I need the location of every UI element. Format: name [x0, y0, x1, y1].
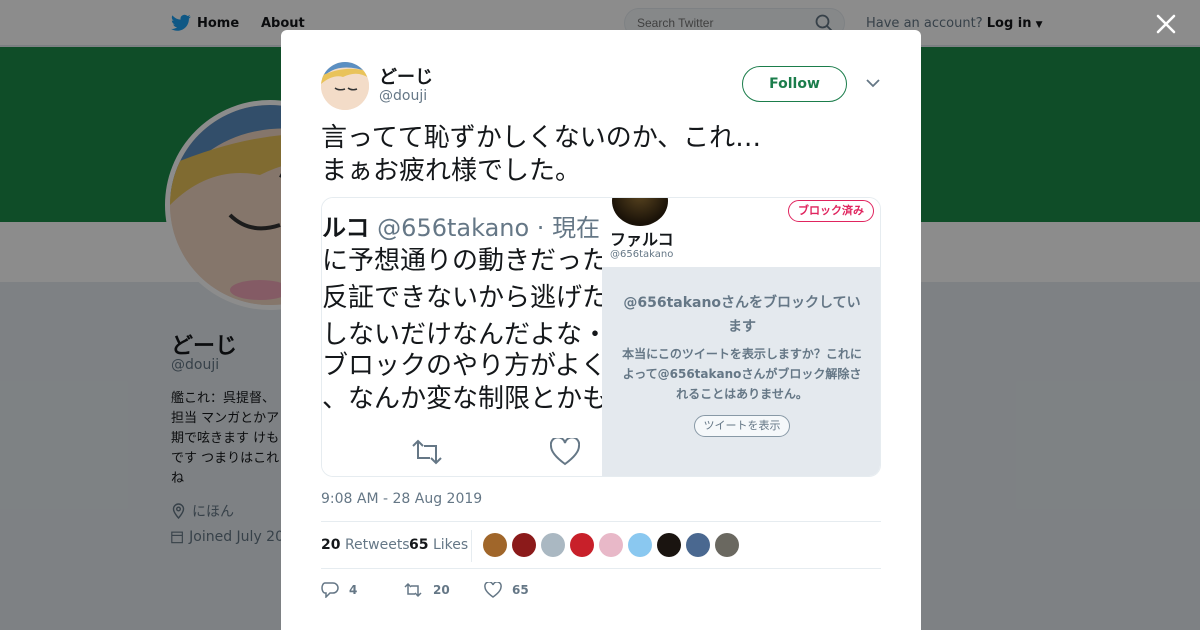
- retweet-count: 20: [433, 583, 450, 597]
- screenshot-header: ルコ @656takano · 現在: [322, 208, 600, 243]
- reply-icon: [321, 582, 339, 598]
- retweet-icon: [412, 439, 442, 465]
- retweets-count: 20: [321, 537, 341, 553]
- liker-avatar[interactable]: [715, 533, 739, 557]
- liker-avatar[interactable]: [657, 533, 681, 557]
- screenshot-text-line: 反証できないから逃げた: [322, 283, 602, 313]
- reply-count: 4: [349, 583, 358, 597]
- retweets-stat[interactable]: 20 Retweets: [321, 537, 410, 553]
- blocked-badge: ブロック済み: [788, 200, 874, 222]
- like-count: 65: [512, 583, 529, 597]
- like-button[interactable]: 65: [484, 582, 529, 598]
- retweet-icon: [404, 582, 422, 598]
- liker-avatar[interactable]: [483, 533, 507, 557]
- blocked-user-avatar: [612, 198, 668, 226]
- show-tweet-button: ツイートを表示: [694, 415, 790, 437]
- heart-icon: [550, 438, 580, 466]
- tweet-timestamp[interactable]: 9:08 AM - 28 Aug 2019: [321, 491, 482, 507]
- reply-button[interactable]: 4: [321, 582, 357, 598]
- media-screenshot-right: ファルコ @656takano ブロック済み @656takanoさんをブロック…: [602, 198, 880, 476]
- screenshot-handle: @656takano · 現在: [377, 214, 601, 242]
- blocked-user-handle: @656takano: [610, 249, 674, 260]
- likes-count: 65: [409, 537, 429, 553]
- heart-icon: [484, 582, 502, 598]
- likes-stat[interactable]: 65 Likes: [409, 537, 468, 553]
- chevron-down-icon[interactable]: [866, 78, 880, 88]
- tweet-text: 言ってて恥ずかしくないのか、これ… まぁお疲れ様でした。: [321, 123, 762, 186]
- screenshot-text-line: に予想通りの動きだった: [322, 246, 602, 276]
- liker-avatar[interactable]: [686, 533, 710, 557]
- liker-avatar[interactable]: [628, 533, 652, 557]
- author-handle[interactable]: @douji: [379, 88, 427, 104]
- stats-divider: [471, 530, 472, 562]
- liker-avatar[interactable]: [599, 533, 623, 557]
- author-name[interactable]: どーじ: [379, 63, 433, 89]
- liker-avatar[interactable]: [541, 533, 565, 557]
- liker-avatar[interactable]: [570, 533, 594, 557]
- screenshot-text-line: ブロックのやり方がよく: [322, 351, 602, 381]
- blocked-user-name: ファルコ: [610, 230, 674, 249]
- liker-avatar[interactable]: [512, 533, 536, 557]
- retweet-button[interactable]: 20: [403, 582, 450, 598]
- follow-button[interactable]: Follow: [742, 66, 847, 102]
- retweets-label: Retweets: [344, 537, 410, 553]
- liker-avatars: [483, 533, 739, 557]
- close-icon[interactable]: [1154, 12, 1178, 36]
- tweet-stats: 20 Retweets 65 Likes: [321, 521, 881, 569]
- blocked-notice-title: @656takanoさんをブロックしています: [623, 295, 861, 335]
- blocked-notice-body: 本当にこのツイートを表示しますか？これによって@656takanoさんがブロック…: [622, 347, 862, 401]
- likes-label: Likes: [432, 537, 469, 553]
- author-avatar[interactable]: [321, 62, 369, 110]
- tweet-modal: どーじ @douji Follow 言ってて恥ずかしくないのか、これ… まぁお疲…: [281, 30, 921, 630]
- media-screenshot-left: ルコ @656takano · 現在 に予想通りの動きだった 反証できないから逃…: [322, 198, 602, 476]
- blocked-notice-panel: @656takanoさんをブロックしています 本当にこのツイートを表示しますか？…: [602, 267, 880, 476]
- screenshot-text-line: 、なんか変な制限とかも: [322, 384, 602, 414]
- tweet-media[interactable]: ルコ @656takano · 現在 に予想通りの動きだった 反証できないから逃…: [321, 197, 881, 477]
- screenshot-name: ルコ: [322, 214, 370, 242]
